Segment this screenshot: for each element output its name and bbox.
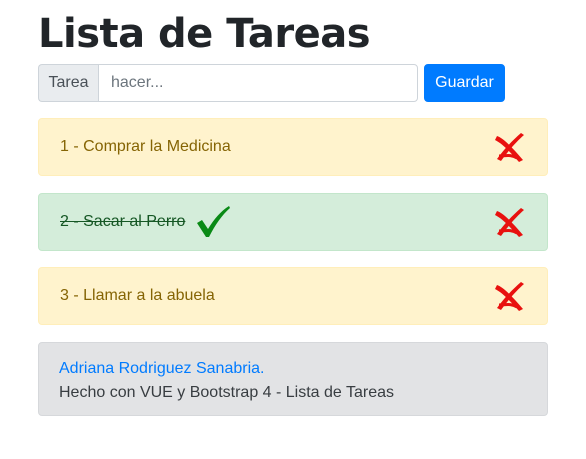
task-text: 1 - Comprar la Medicina [60,138,231,155]
task-input[interactable] [98,64,418,102]
task-item: 2 - Sacar al Perro [38,193,548,251]
green-checkmark-icon [195,205,231,239]
task-text: 2 - Sacar al Perro [60,213,186,230]
footer-credits: Hecho con VUE y Bootstrap 4 - Lista de T… [59,384,394,401]
task-item: 3 - Llamar a la abuela [38,267,548,325]
task-item: 1 - Comprar la Medicina [38,118,548,176]
save-button[interactable]: Guardar [424,64,505,102]
page-title: Lista de Tareas [38,11,371,57]
delete-x-icon[interactable] [493,132,529,164]
delete-x-icon[interactable] [493,281,529,313]
task-input-label: Tarea [38,64,98,102]
delete-x-icon[interactable] [493,207,529,239]
task-text: 3 - Llamar a la abuela [60,287,215,304]
author-link[interactable]: Adriana Rodriguez Sanabria. [59,357,527,381]
footer-card: Adriana Rodriguez Sanabria. Hecho con VU… [38,342,548,416]
task-input-group: Tarea [38,64,418,102]
